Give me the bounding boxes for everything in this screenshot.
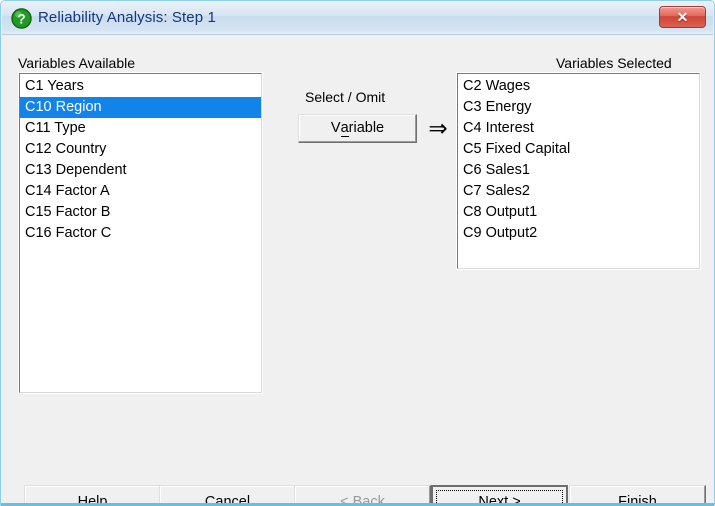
finish-button[interactable]: Finish: [569, 485, 706, 506]
back-button-text-post: Back: [348, 494, 385, 506]
question-mark-icon: ?: [11, 8, 32, 29]
variable-selected-item[interactable]: C5 Fixed Capital: [458, 139, 699, 160]
transfer-right-arrow-icon: ⇒: [428, 116, 448, 142]
help-button-text-post: elp: [88, 494, 108, 506]
variable-selected-item[interactable]: C9 Output2: [458, 223, 699, 244]
back-button-accel: <: [340, 495, 348, 503]
variable-available-item[interactable]: C14 Factor A: [20, 181, 261, 202]
close-button[interactable]: ✕: [659, 6, 706, 28]
variables-selected-listbox[interactable]: C2 Wages C3 Energy C4 Interest C5 Fixed Cap…: [457, 73, 700, 269]
close-icon: ✕: [676, 8, 689, 25]
cancel-button[interactable]: Cancel: [159, 485, 296, 506]
variable-available-item[interactable]: C13 Dependent: [20, 160, 261, 181]
variable-button[interactable]: Variable: [298, 114, 417, 143]
variable-button-label: Variable: [331, 120, 384, 137]
variable-available-item[interactable]: C15 Factor B: [20, 202, 261, 223]
variable-selected-item[interactable]: C6 Sales1: [458, 160, 699, 181]
variables-available-listbox[interactable]: C1 Years C10 Region C11 Type C12 Country C13…: [19, 73, 262, 393]
variable-selected-item[interactable]: C8 Output1: [458, 202, 699, 223]
title-bar: ? Reliability Analysis: Step 1 ✕: [2, 2, 713, 35]
variable-selected-item[interactable]: C7 Sales2: [458, 181, 699, 202]
variable-available-item[interactable]: C16 Factor C: [20, 223, 261, 244]
next-button-text-pre: Next: [478, 494, 513, 506]
back-button: < Back: [294, 485, 431, 506]
help-button[interactable]: Help: [24, 485, 161, 506]
variable-button-accel: a: [340, 120, 349, 137]
variables-selected-label: Variables Selected: [556, 55, 672, 71]
cancel-button-text-post: ancel: [215, 494, 251, 506]
variable-selected-item[interactable]: C4 Interest: [458, 118, 699, 139]
variable-available-item[interactable]: C1 Years: [20, 76, 261, 97]
window-title: Reliability Analysis: Step 1: [38, 9, 216, 26]
next-button-accel: >: [512, 495, 520, 503]
help-button-accel: H: [78, 495, 88, 503]
dialog-window: ? Reliability Analysis: Step 1 ✕ Variabl…: [0, 0, 715, 506]
variable-button-text-post: riable: [348, 120, 385, 137]
variables-available-label: Variables Available: [18, 55, 136, 71]
finish-button-accel: F: [618, 495, 627, 503]
finish-button-text-post: inish: [627, 494, 657, 506]
svg-text:?: ?: [17, 11, 25, 26]
variable-available-item[interactable]: C12 Country: [20, 139, 261, 160]
select-omit-label: Select / Omit: [305, 89, 386, 105]
variable-selected-item[interactable]: C2 Wages: [458, 76, 699, 97]
variable-button-text-pre: V: [330, 120, 341, 137]
variable-available-item[interactable]: C10 Region: [20, 97, 261, 118]
variable-selected-item[interactable]: C3 Energy: [458, 97, 699, 118]
next-button[interactable]: Next >: [431, 485, 568, 506]
cancel-button-accel: C: [205, 495, 215, 503]
variable-available-item[interactable]: C11 Type: [20, 118, 261, 139]
dialog-body: Variables Available C1 Years C10 Region C1…: [2, 35, 713, 503]
